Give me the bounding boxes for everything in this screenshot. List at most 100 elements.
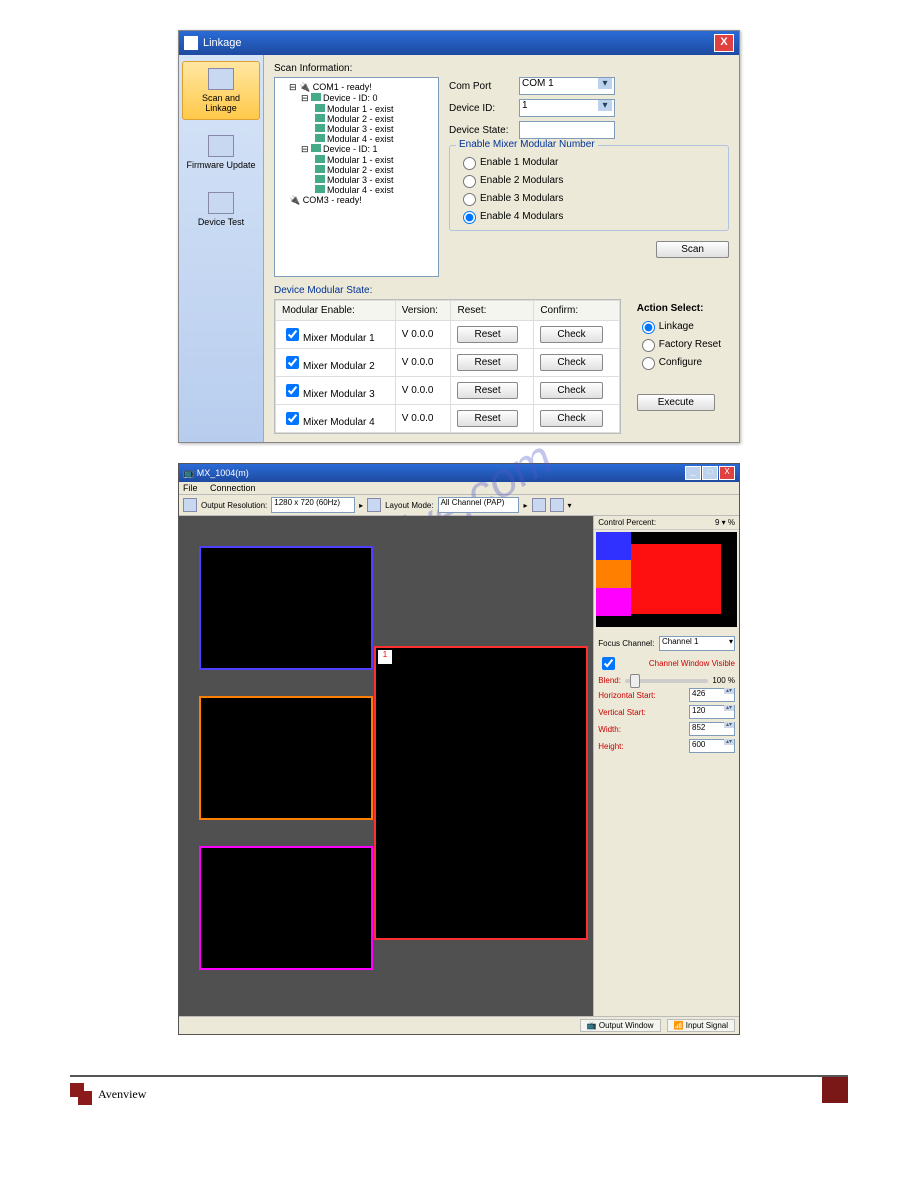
enable-3-radio[interactable] bbox=[463, 193, 476, 206]
mx-title: MX_1004(m) bbox=[197, 468, 249, 478]
blend-slider[interactable] bbox=[625, 679, 708, 683]
modular-3-checkbox[interactable] bbox=[286, 384, 299, 397]
channel-window-1[interactable] bbox=[199, 546, 373, 670]
menu-connection[interactable]: Connection bbox=[210, 483, 256, 493]
menu-file[interactable]: File bbox=[183, 483, 198, 493]
modular-state-label: Device Modular State: bbox=[274, 285, 729, 296]
close-button[interactable]: X bbox=[714, 34, 734, 52]
modular-2-checkbox[interactable] bbox=[286, 356, 299, 369]
linkage-radio[interactable] bbox=[642, 321, 655, 334]
focus-channel-label: Focus Channel: bbox=[598, 639, 654, 648]
factory-reset-radio[interactable] bbox=[642, 339, 655, 352]
tool-icon[interactable] bbox=[183, 498, 197, 512]
height-label: Height: bbox=[598, 742, 623, 751]
com-port-select[interactable]: COM 1 bbox=[519, 77, 615, 95]
device-state-label: Device State: bbox=[449, 125, 519, 136]
maximize-button[interactable]: □ bbox=[702, 466, 718, 480]
sidebar-firmware-update[interactable]: Firmware Update bbox=[182, 128, 260, 177]
brand-name: Avenview bbox=[98, 1087, 146, 1102]
preview-box bbox=[596, 532, 737, 627]
sidebar-device-test[interactable]: Device Test bbox=[182, 185, 260, 234]
statusbar: 📺 Output Window 📶 Input Signal bbox=[179, 1016, 739, 1034]
focus-channel-select[interactable]: Channel 1 bbox=[659, 636, 735, 651]
device-id-select[interactable]: 1 bbox=[519, 99, 615, 117]
logo-square bbox=[78, 1091, 92, 1105]
output-res-select[interactable]: 1280 x 720 (60Hz) bbox=[271, 497, 355, 513]
scan-info-label: Scan Information: bbox=[274, 63, 729, 74]
preview-tile bbox=[596, 588, 631, 616]
scan-icon bbox=[208, 68, 234, 90]
modular-4-checkbox[interactable] bbox=[286, 412, 299, 425]
blend-value: 100 % bbox=[712, 676, 735, 685]
visible-label: Channel Window Visible bbox=[649, 659, 735, 668]
output-res-label: Output Resolution: bbox=[201, 501, 267, 510]
width-label: Width: bbox=[598, 725, 621, 734]
visible-checkbox[interactable] bbox=[602, 657, 615, 670]
app-icon bbox=[184, 36, 198, 50]
hstart-spinner[interactable]: 426 bbox=[689, 688, 735, 702]
scan-button[interactable]: Scan bbox=[656, 241, 729, 258]
width-spinner[interactable]: 852 bbox=[689, 722, 735, 736]
channel-window-4[interactable]: 1 bbox=[374, 646, 588, 940]
col-confirm: Confirm: bbox=[534, 301, 619, 321]
firmware-icon bbox=[208, 135, 234, 157]
enable-2-radio[interactable] bbox=[463, 175, 476, 188]
col-enable: Modular Enable: bbox=[276, 301, 396, 321]
height-spinner[interactable]: 600 bbox=[689, 739, 735, 753]
device-tree[interactable]: ⊟ 🔌 COM1 - ready! ⊟ Device - ID: 0 Modul… bbox=[274, 77, 439, 277]
modular-table: Modular Enable: Version: Reset: Confirm:… bbox=[274, 299, 621, 434]
toolbar: Output Resolution: 1280 x 720 (60Hz) ▸ L… bbox=[179, 495, 739, 516]
vstart-spinner[interactable]: 120 bbox=[689, 705, 735, 719]
window-handle[interactable]: 1 bbox=[378, 650, 392, 664]
layout-canvas[interactable]: 1 bbox=[179, 516, 593, 1016]
output-window-tab[interactable]: 📺 Output Window bbox=[580, 1019, 661, 1032]
titlebar: Linkage X bbox=[179, 31, 739, 55]
reset-1-button[interactable]: Reset bbox=[457, 326, 517, 343]
check-3-button[interactable]: Check bbox=[540, 382, 602, 399]
channel-window-2[interactable] bbox=[199, 696, 373, 820]
modular-1-checkbox[interactable] bbox=[286, 328, 299, 341]
table-row: Mixer Modular 3 V 0.0.0 Reset Check bbox=[276, 377, 620, 405]
enable-1-radio[interactable] bbox=[463, 157, 476, 170]
page-indicator bbox=[822, 1077, 848, 1103]
reset-4-button[interactable]: Reset bbox=[457, 410, 517, 427]
table-row: Mixer Modular 2 V 0.0.0 Reset Check bbox=[276, 349, 620, 377]
channel-window-3[interactable] bbox=[199, 846, 373, 970]
check-1-button[interactable]: Check bbox=[540, 326, 602, 343]
mx-titlebar: 📺 MX_1004(m) _□X bbox=[179, 464, 739, 482]
mx-window: 📺 MX_1004(m) _□X File Connection Output … bbox=[178, 463, 740, 1035]
layout-mode-select[interactable]: All Channel (PAP) bbox=[438, 497, 520, 513]
reset-3-button[interactable]: Reset bbox=[457, 382, 517, 399]
com-port-label: Com Port bbox=[449, 81, 519, 92]
configure-radio[interactable] bbox=[642, 357, 655, 370]
check-4-button[interactable]: Check bbox=[540, 410, 602, 427]
reset-2-button[interactable]: Reset bbox=[457, 354, 517, 371]
tool-icon[interactable] bbox=[550, 498, 564, 512]
input-signal-tab[interactable]: 📶 Input Signal bbox=[667, 1019, 735, 1032]
execute-button[interactable]: Execute bbox=[637, 394, 715, 411]
check-2-button[interactable]: Check bbox=[540, 354, 602, 371]
tool-icon[interactable] bbox=[532, 498, 546, 512]
blend-label: Blend: bbox=[598, 676, 621, 685]
enable-4-radio[interactable] bbox=[463, 211, 476, 224]
test-icon bbox=[208, 192, 234, 214]
preview-tile bbox=[631, 544, 721, 614]
device-state-field[interactable] bbox=[519, 121, 615, 139]
close-button[interactable]: X bbox=[719, 466, 735, 480]
action-select-header: Action Select: bbox=[637, 303, 721, 314]
minimize-button[interactable]: _ bbox=[685, 466, 701, 480]
preview-tile bbox=[596, 532, 631, 560]
properties-panel: Control Percent:9 ▾ % Focus Channel:Chan… bbox=[593, 516, 739, 1016]
window-title: Linkage bbox=[203, 37, 242, 49]
col-version: Version: bbox=[395, 301, 451, 321]
layout-mode-label: Layout Mode: bbox=[385, 501, 433, 510]
tool-icon[interactable] bbox=[367, 498, 381, 512]
sidebar-scan-linkage[interactable]: Scan and Linkage bbox=[182, 61, 260, 120]
sidebar: Scan and Linkage Firmware Update Device … bbox=[179, 55, 264, 442]
linkage-dialog: Linkage X Scan and Linkage Firmware Upda… bbox=[178, 30, 740, 443]
device-id-label: Device ID: bbox=[449, 103, 519, 114]
col-reset: Reset: bbox=[451, 301, 534, 321]
preview-tile bbox=[596, 560, 631, 588]
action-select-panel: Action Select: Linkage Factory Reset Con… bbox=[629, 299, 729, 434]
vstart-label: Vertical Start: bbox=[598, 708, 646, 717]
